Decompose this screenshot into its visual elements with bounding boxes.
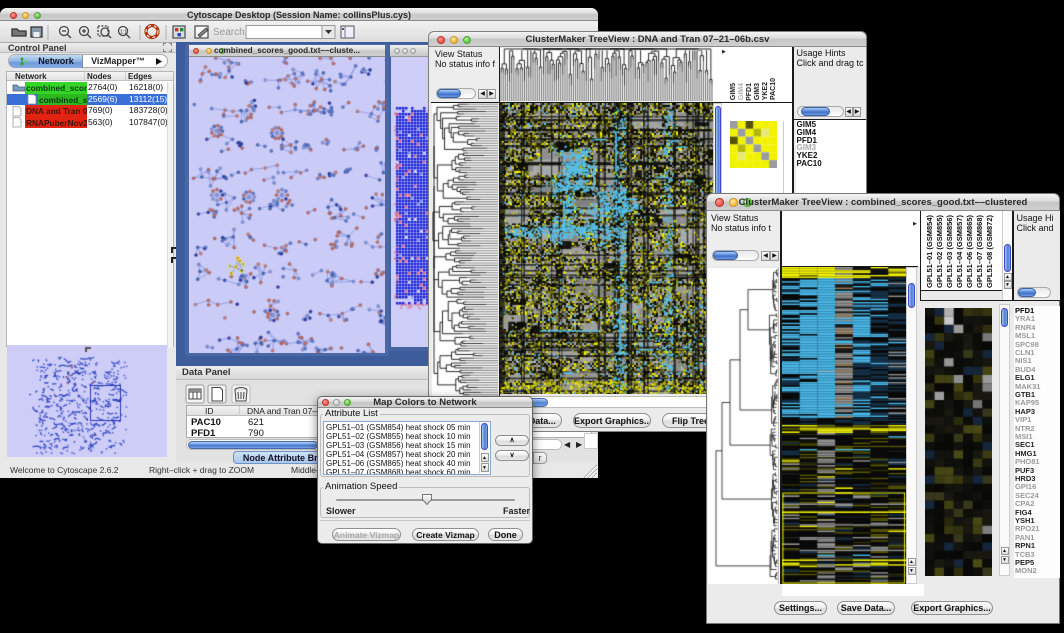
svg-text:Search:: Search: bbox=[213, 27, 247, 38]
svg-text:1:1: 1:1 bbox=[120, 30, 127, 36]
